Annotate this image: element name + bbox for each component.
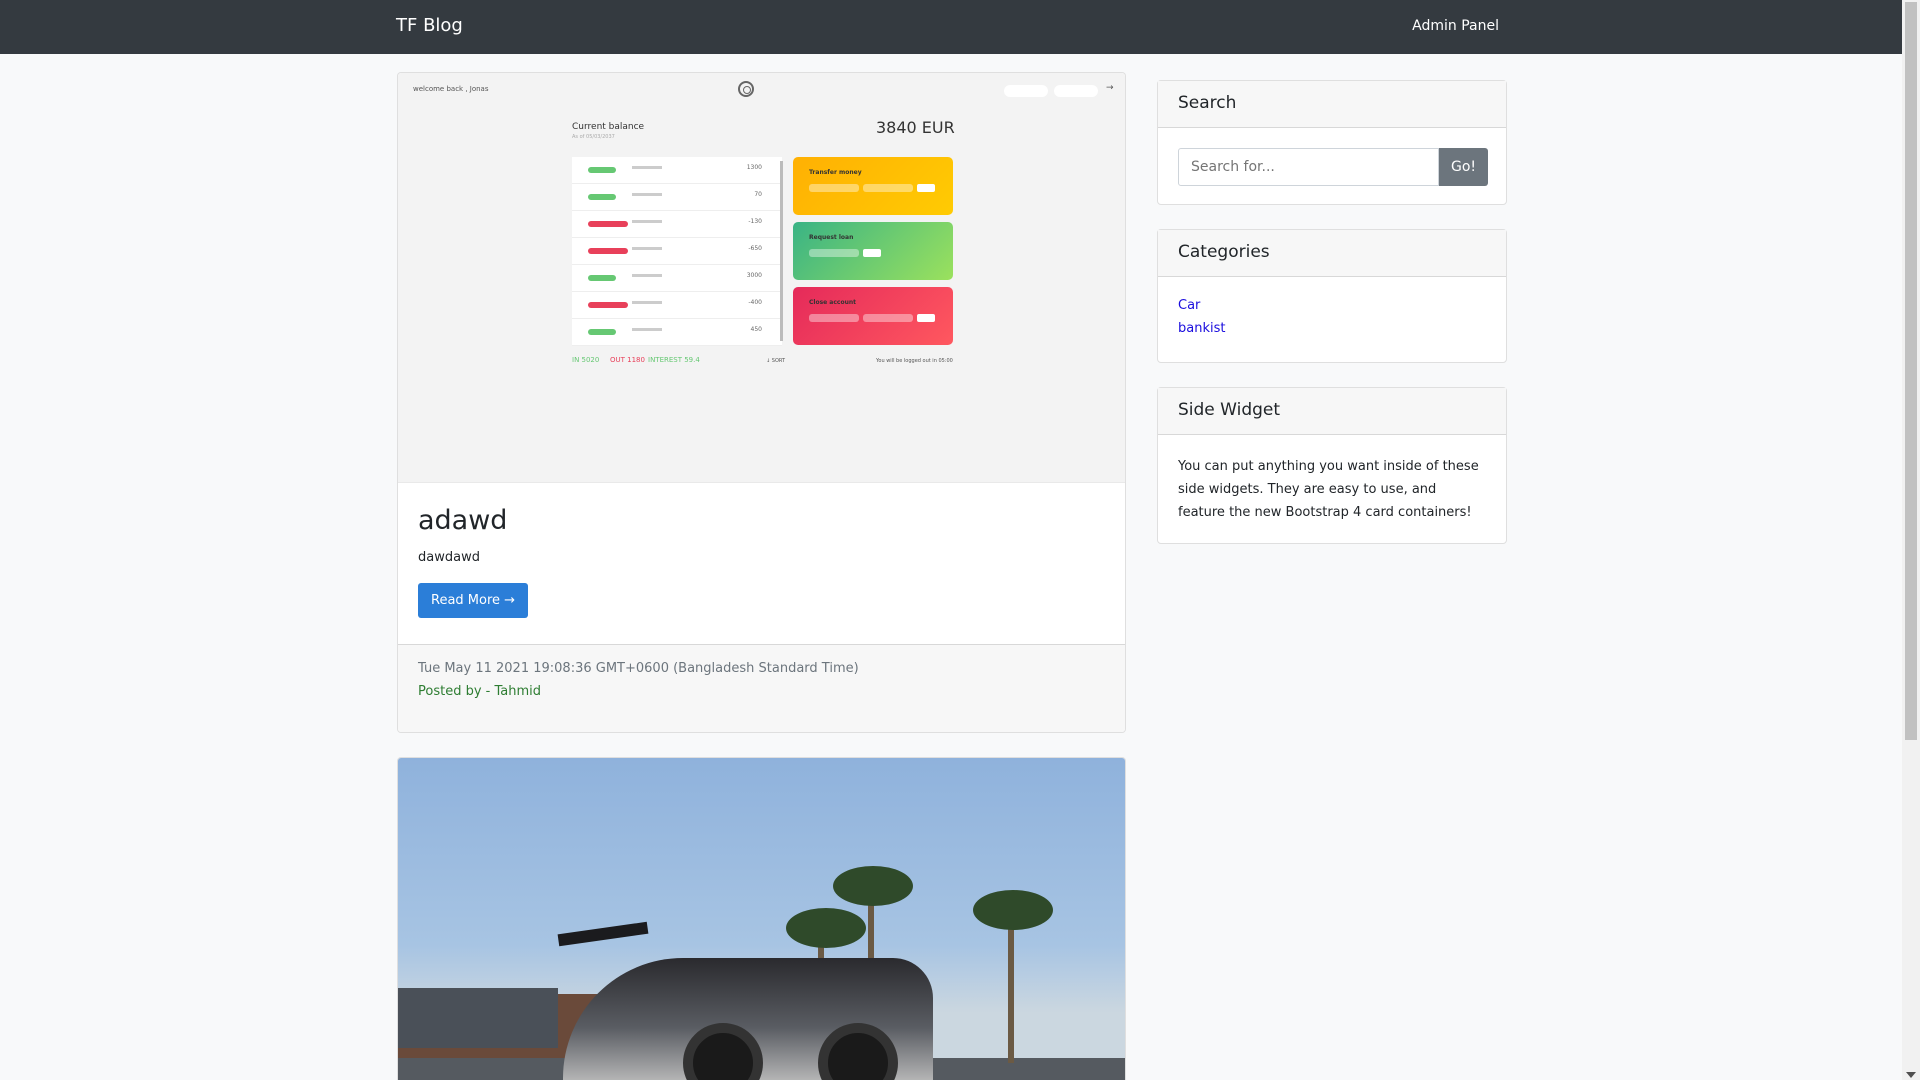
movements-scrollbar bbox=[780, 161, 783, 341]
search-widget-body: Go! bbox=[1158, 128, 1506, 206]
current-balance-label: Current balance bbox=[572, 122, 645, 132]
movements-list: 1300 70 -130 -650 3000 -400 450 bbox=[572, 157, 782, 346]
movement-row: 1300 bbox=[572, 157, 782, 184]
close-title: Close account bbox=[809, 299, 857, 306]
summary-out: OUT 1180 bbox=[610, 356, 645, 364]
movement-value: 3000 bbox=[746, 272, 762, 279]
categories-list: Car bankist bbox=[1158, 277, 1506, 359]
deposit-tag bbox=[588, 194, 616, 200]
movement-row: -130 bbox=[572, 211, 782, 238]
movement-row: -650 bbox=[572, 238, 782, 265]
sort-label: ↓ SORT bbox=[766, 358, 786, 364]
movement-row: 70 bbox=[572, 184, 782, 211]
movement-value: 70 bbox=[754, 191, 762, 198]
post-author: Posted by - Tahmid bbox=[418, 684, 542, 699]
post-date: Tue May 11 2021 19:08:36 GMT+0600 (Bangl… bbox=[418, 661, 859, 676]
side-widget-text: You can put anything you want inside of … bbox=[1178, 459, 1479, 520]
blog-post-card: welcome back , Jonas → Current balance A… bbox=[397, 72, 1126, 733]
user-pill bbox=[1004, 85, 1048, 97]
side-widget-body: You can put anything you want inside of … bbox=[1158, 435, 1506, 544]
movement-value: -650 bbox=[748, 245, 762, 252]
close-account-panel: Close account bbox=[793, 287, 953, 345]
category-link-bankist[interactable]: bankist bbox=[1178, 319, 1486, 339]
movement-value: 1300 bbox=[746, 164, 762, 171]
post-title: adawd bbox=[418, 505, 508, 536]
category-link-car[interactable]: Car bbox=[1178, 296, 1486, 316]
top-navbar: TF Blog Admin Panel bbox=[0, 0, 1902, 54]
loan-panel: Request loan bbox=[793, 222, 953, 280]
withdrawal-tag bbox=[588, 221, 628, 227]
withdrawal-tag bbox=[588, 302, 628, 308]
balance-amount: 3840 EUR bbox=[876, 118, 955, 137]
search-input[interactable] bbox=[1178, 148, 1439, 186]
movement-row: 450 bbox=[572, 319, 782, 346]
categories-widget: Categories Car bankist bbox=[1157, 229, 1507, 363]
arrow-right-icon: → bbox=[1106, 83, 1114, 93]
post-image: welcome back , Jonas → Current balance A… bbox=[398, 73, 1125, 483]
side-widget-title: Side Widget bbox=[1158, 388, 1506, 435]
movement-value: 450 bbox=[750, 326, 762, 333]
deposit-tag bbox=[588, 167, 616, 173]
logout-timer: You will be logged out in 05:00 bbox=[876, 358, 953, 364]
summary-interest: INTEREST 59.4 bbox=[648, 356, 700, 364]
post-image bbox=[398, 758, 1125, 1080]
pin-pill bbox=[1054, 85, 1098, 97]
side-widget: Side Widget You can put anything you wan… bbox=[1157, 387, 1507, 544]
post-excerpt: dawdawd bbox=[418, 550, 480, 565]
movement-value: -130 bbox=[748, 218, 762, 225]
post-body: adawd dawdawd Read More → bbox=[398, 483, 1125, 638]
search-go-button[interactable]: Go! bbox=[1439, 148, 1488, 186]
post-footer: Tue May 11 2021 19:08:36 GMT+0600 (Bangl… bbox=[398, 644, 1125, 732]
bank-logo-icon bbox=[738, 81, 754, 97]
deposit-tag bbox=[588, 329, 616, 335]
scrollbar-thumb[interactable] bbox=[1905, 2, 1917, 740]
movement-row: -400 bbox=[572, 292, 782, 319]
loan-title: Request loan bbox=[809, 234, 854, 241]
transfer-title: Transfer money bbox=[809, 169, 862, 176]
deposit-tag bbox=[588, 275, 616, 281]
movement-value: -400 bbox=[748, 299, 762, 306]
search-widget: Search Go! bbox=[1157, 80, 1507, 205]
page-scrollbar[interactable] bbox=[1902, 0, 1920, 1080]
transfer-panel: Transfer money bbox=[793, 157, 953, 215]
scroll-down-arrow-icon[interactable] bbox=[1906, 1072, 1916, 1078]
brand-link[interactable]: TF Blog bbox=[396, 15, 463, 36]
movement-row: 3000 bbox=[572, 265, 782, 292]
summary-in: IN 5020 bbox=[572, 356, 600, 364]
read-more-button[interactable]: Read More → bbox=[418, 583, 529, 618]
blog-post-card bbox=[397, 757, 1126, 1080]
current-balance-sub: As of 05/03/2037 bbox=[572, 134, 615, 140]
categories-title: Categories bbox=[1158, 230, 1506, 277]
search-widget-title: Search bbox=[1158, 81, 1506, 128]
admin-panel-link[interactable]: Admin Panel bbox=[1412, 18, 1499, 34]
withdrawal-tag bbox=[588, 248, 628, 254]
dash-greeting: welcome back , Jonas bbox=[413, 85, 489, 93]
